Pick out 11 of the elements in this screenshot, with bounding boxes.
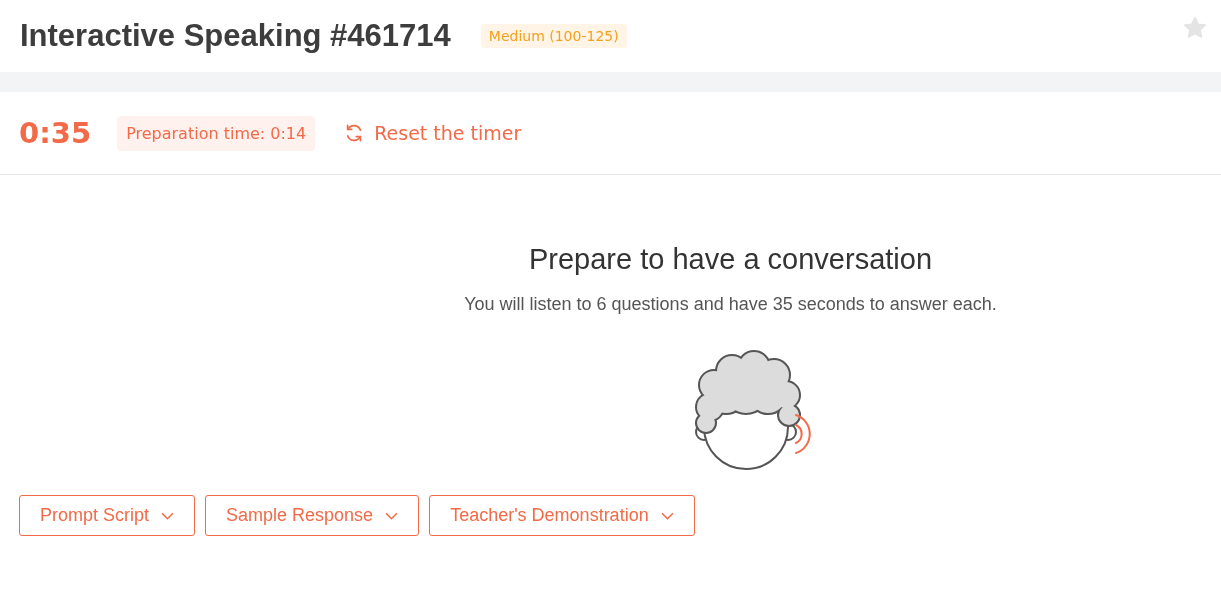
dropdown-button[interactable]: Sample Response [205, 495, 420, 536]
countdown-timer: 0:35 [19, 116, 92, 150]
task-heading: Prepare to have a conversation [529, 243, 932, 276]
reset-timer-button[interactable]: Reset the timer [343, 122, 522, 144]
dropdown-button[interactable]: Prompt Script [19, 495, 196, 536]
star-icon[interactable] [1182, 15, 1208, 41]
task-instructions: You will listen to 6 questions and have 35 seconds to answer each. [464, 294, 997, 315]
difficulty-badge: Medium (100-125) [480, 24, 627, 48]
page-title: Interactive Speaking #461714 [20, 18, 451, 54]
preparation-time: Preparation time: 0:14 [117, 115, 316, 151]
dropdown-button[interactable]: Teacher's Demonstration [429, 495, 695, 536]
